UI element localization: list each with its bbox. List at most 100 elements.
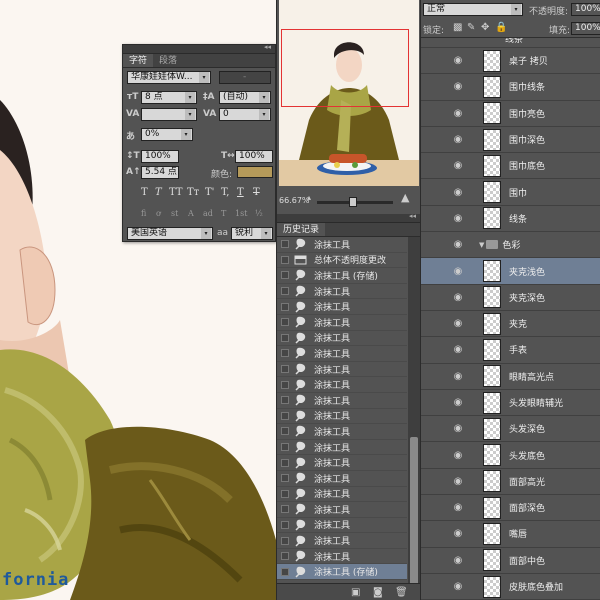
visibility-eye-icon[interactable]: ◉: [447, 450, 469, 461]
visibility-eye-icon[interactable]: ◉: [447, 292, 469, 303]
visibility-eye-icon[interactable]: ◉: [447, 318, 469, 329]
kerning-field[interactable]: ▾: [141, 108, 197, 121]
history-checkbox[interactable]: [281, 411, 289, 420]
history-scroll-thumb[interactable]: [410, 437, 418, 587]
history-checkbox[interactable]: [281, 333, 289, 342]
blend-mode-select[interactable]: 正常 ▾: [423, 3, 523, 16]
history-item[interactable]: 涂抹工具: [277, 502, 407, 518]
visibility-eye-icon[interactable]: ◉: [447, 213, 469, 224]
history-list[interactable]: 涂抹工具 总体不透明度更改 涂抹工具 (存储) 涂抹工具 涂抹工具 涂抹工具 涂抹工具 涂抹工…: [277, 237, 407, 583]
history-item[interactable]: 涂抹工具: [277, 315, 407, 331]
history-checkbox[interactable]: [281, 255, 289, 264]
faux-bold-button[interactable]: T: [141, 187, 148, 198]
history-item[interactable]: 涂抹工具 (存储): [277, 564, 407, 581]
history-checkbox[interactable]: [281, 536, 289, 545]
snapshot-icon[interactable]: ◙: [373, 587, 383, 598]
history-item[interactable]: 涂抹工具: [277, 331, 407, 347]
titling-button[interactable]: ad: [203, 209, 213, 218]
history-item[interactable]: 涂抹工具: [277, 393, 407, 409]
character-panel[interactable]: ◂◂ 字符 段落 华康娃娃体W... ▾ - ᴛT 8 点 ▾ ‡A (自动) …: [122, 43, 276, 242]
layer-thumbnail[interactable]: [483, 260, 501, 283]
layer-thumbnail[interactable]: [483, 417, 501, 440]
ordinal-button[interactable]: 1st: [235, 209, 247, 218]
history-panel[interactable]: ◂◂ 历史记录 涂抹工具 总体不透明度更改 涂抹工具 (存储) 涂抹工具 涂抹工具 涂抹工…: [276, 212, 421, 600]
font-style-select[interactable]: -: [219, 71, 271, 84]
visibility-eye-icon[interactable]: ◉: [447, 423, 469, 434]
strikethrough-button[interactable]: T: [253, 187, 260, 198]
history-item[interactable]: 涂抹工具: [277, 471, 407, 487]
history-checkbox[interactable]: [281, 489, 289, 498]
group-expand-icon[interactable]: ▼: [479, 241, 484, 249]
navigator-panel[interactable]: 66.67% ▴ ▲: [276, 0, 420, 214]
old-style-button[interactable]: ơ: [156, 209, 161, 218]
stylistic-button[interactable]: A: [188, 209, 194, 218]
layer-thumbnail[interactable]: [483, 75, 501, 98]
layer-row[interactable]: ◉ 桌子 拷贝: [421, 48, 600, 75]
fraction-button[interactable]: ½: [255, 209, 263, 218]
layer-row[interactable]: ◉ 嘴唇: [421, 521, 600, 548]
visibility-eye-icon[interactable]: ◉: [447, 397, 469, 408]
history-item[interactable]: 涂抹工具: [277, 440, 407, 456]
lock-all-icon[interactable]: 🔒: [495, 22, 507, 33]
layer-list[interactable]: 线条 ◉ 桌子 拷贝 ◉ 围巾线条 ◉ 围巾亮色 ◉ 围巾深色 ◉ 围巾底色 ◉ 围巾 ◉ 线条 ◉ ▼ 色彩 ◉…: [421, 38, 600, 600]
layer-thumbnail[interactable]: [483, 128, 501, 151]
history-checkbox[interactable]: [281, 302, 289, 311]
visibility-eye-icon[interactable]: ◉: [447, 476, 469, 487]
font-size-field[interactable]: 8 点 ▾: [141, 91, 197, 104]
visibility-eye-icon[interactable]: ◉: [447, 266, 469, 277]
layer-row[interactable]: ◉ 围巾深色: [421, 127, 600, 154]
new-document-from-state-icon[interactable]: ▣: [351, 587, 360, 598]
history-checkbox[interactable]: [281, 567, 289, 576]
history-item[interactable]: 涂抹工具: [277, 346, 407, 362]
visibility-eye-icon[interactable]: ◉: [447, 371, 469, 382]
layer-thumbnail[interactable]: [483, 549, 501, 572]
visibility-eye-icon[interactable]: ◉: [447, 344, 469, 355]
layers-panel[interactable]: 正常 ▾ 不透明度: 100% 锁定: ▩ ✎ ✥ 🔒 填充: 100% 线条 …: [420, 0, 600, 600]
faux-italic-button[interactable]: T: [155, 187, 162, 198]
antialias-select[interactable]: 锐利 ▾: [231, 227, 273, 240]
trash-icon[interactable]: 🗑: [395, 587, 408, 598]
layer-row[interactable]: ◉ 夹克深色: [421, 285, 600, 311]
layer-row[interactable]: ◉ 夹克浅色: [421, 258, 600, 285]
visibility-eye-icon[interactable]: ◉: [447, 81, 469, 92]
layer-thumbnail[interactable]: [483, 312, 501, 335]
layer-group-row[interactable]: ◉ ▼ 色彩: [421, 232, 600, 259]
navigator-zoom-knob[interactable]: [349, 197, 357, 207]
history-checkbox[interactable]: [281, 474, 289, 483]
visibility-eye-icon[interactable]: ◉: [447, 581, 469, 592]
history-item[interactable]: 涂抹工具: [277, 377, 407, 393]
layer-thumbnail[interactable]: [483, 365, 501, 388]
visibility-eye-icon[interactable]: ◉: [447, 528, 469, 539]
navigator-view-rectangle[interactable]: [281, 29, 409, 107]
history-item[interactable]: 涂抹工具: [277, 424, 407, 440]
history-scrollbar[interactable]: [408, 237, 420, 587]
font-family-select[interactable]: 华康娃娃体W... ▾: [127, 71, 211, 84]
layer-row[interactable]: ◉ 眼睛高光点: [421, 364, 600, 390]
tab-history[interactable]: 历史记录: [277, 223, 326, 236]
history-checkbox[interactable]: [281, 520, 289, 529]
tab-character[interactable]: 字符: [123, 54, 154, 67]
layer-row[interactable]: ◉ 头发深色: [421, 416, 600, 443]
history-item[interactable]: 总体不透明度更改: [277, 253, 407, 269]
collapse-icon[interactable]: ◂◂: [409, 212, 416, 220]
superscript-button[interactable]: T': [205, 187, 214, 198]
layer-row[interactable]: ◉ 头发眼睛辅光: [421, 390, 600, 417]
history-checkbox[interactable]: [281, 365, 289, 374]
history-item[interactable]: 涂抹工具: [277, 299, 407, 315]
history-checkbox[interactable]: [281, 287, 289, 296]
layer-thumbnail[interactable]: [483, 286, 501, 309]
history-item[interactable]: 涂抹工具: [277, 518, 407, 534]
layer-thumbnail[interactable]: [483, 181, 501, 204]
visibility-eye-icon[interactable]: ◉: [447, 160, 469, 171]
baseline-shift-field[interactable]: 5.54 点: [141, 166, 179, 179]
underline-button[interactable]: T: [237, 187, 244, 198]
visibility-eye-icon[interactable]: ◉: [447, 555, 469, 566]
layer-thumbnail[interactable]: [483, 338, 501, 361]
collapse-icon[interactable]: ◂◂: [264, 43, 271, 51]
history-checkbox[interactable]: [281, 271, 289, 280]
fill-field[interactable]: 100%: [571, 22, 600, 35]
layer-row[interactable]: ◉ 围巾底色: [421, 153, 600, 180]
layer-thumbnail[interactable]: [483, 154, 501, 177]
layer-row[interactable]: ◉ 线条: [421, 206, 600, 233]
history-checkbox[interactable]: [281, 318, 289, 327]
